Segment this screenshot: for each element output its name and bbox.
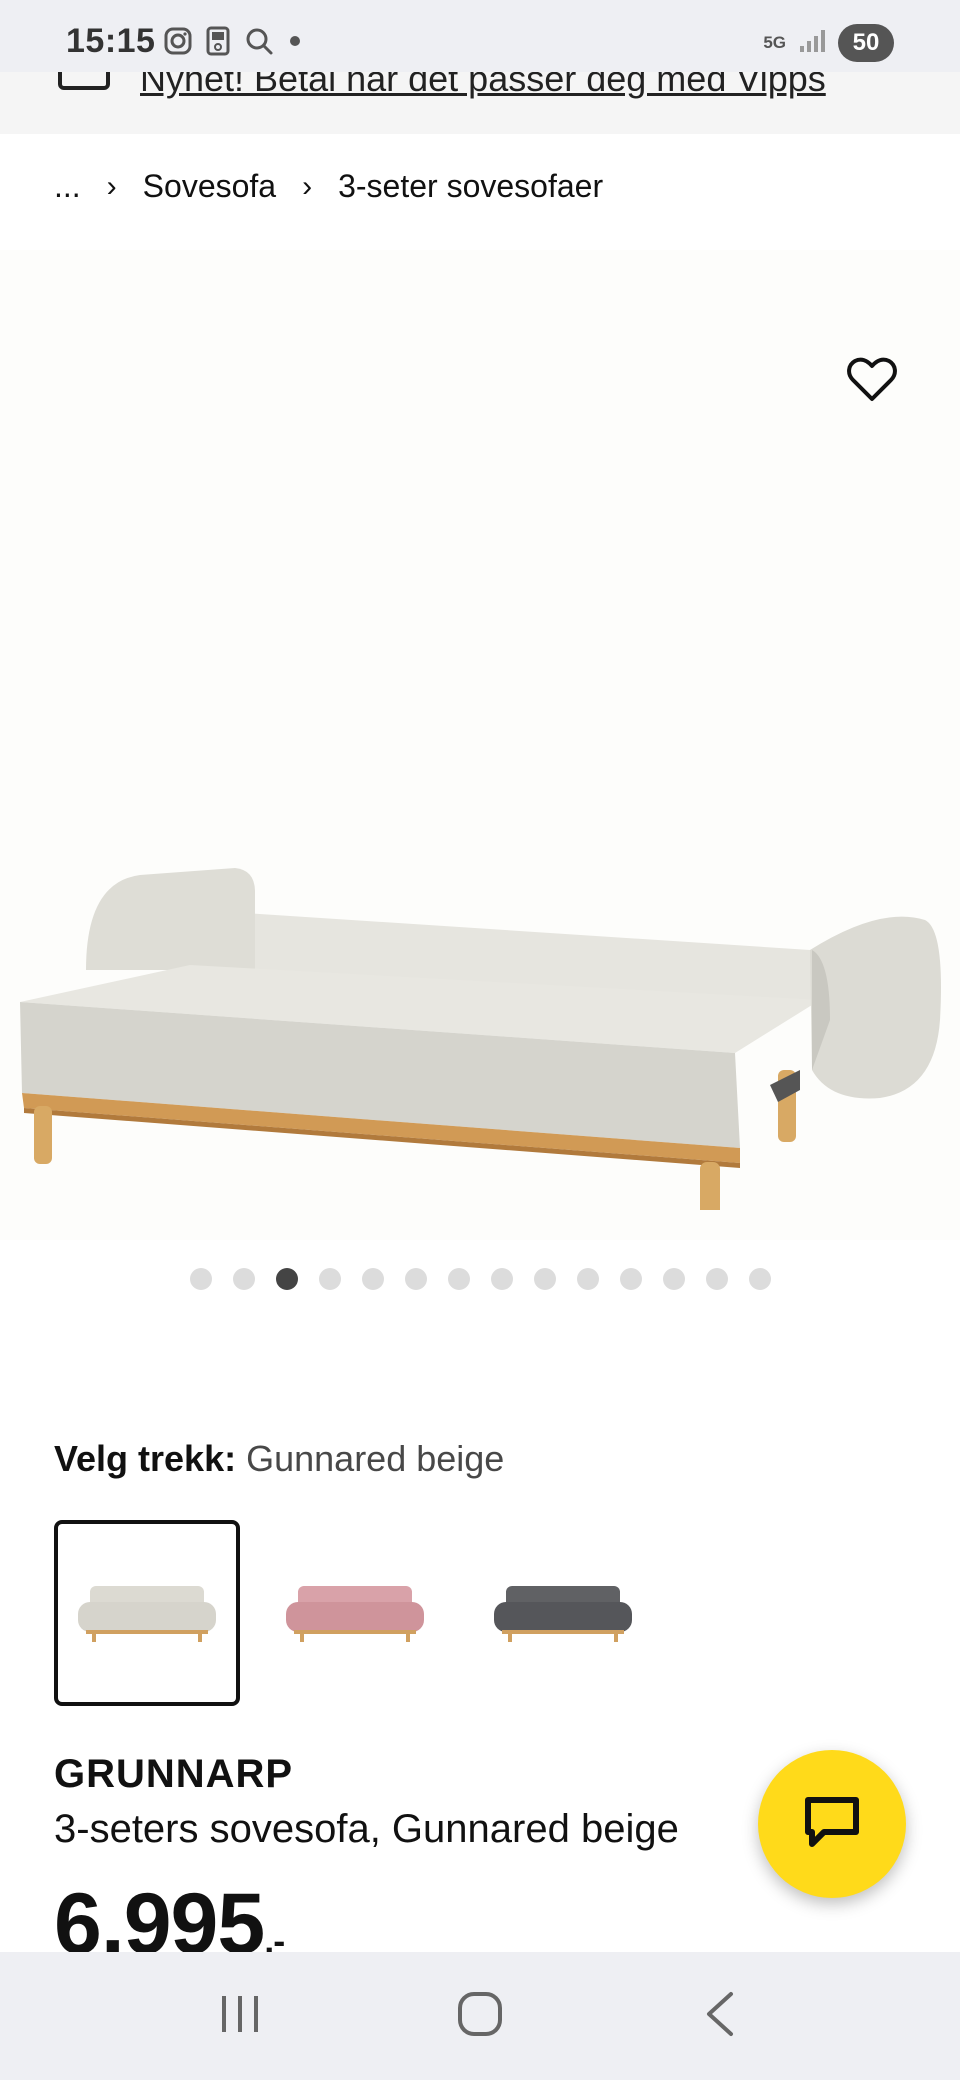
status-icons-left [164,26,302,61]
cover-selected-value: Gunnared beige [246,1438,505,1479]
carousel-dot-active[interactable] [275,1268,298,1290]
carousel-dots[interactable] [0,1268,960,1292]
back-chevron-icon [703,1990,737,2043]
game-icon [206,26,230,61]
sofa-beige-thumbnail [78,1586,216,1642]
swatch-gunnared-dark-grey[interactable] [470,1520,656,1706]
wallet-icon [58,72,110,90]
status-time: 15:15 [66,22,156,60]
favourite-button[interactable] [840,350,904,414]
carousel-dot[interactable] [404,1268,427,1290]
product-name: GRUNNARP [54,1752,294,1796]
carousel-dot[interactable] [705,1268,728,1290]
carousel-dot[interactable] [619,1268,642,1290]
swatch-gunnared-pink[interactable] [262,1520,448,1706]
promo-banner[interactable]: Nyhet! Betal når det passer deg med Vipp… [0,72,960,134]
home-button[interactable] [420,1966,540,2066]
home-icon [456,1990,504,2043]
carousel-dot[interactable] [576,1268,599,1290]
breadcrumb-ellipsis[interactable]: ... [54,168,81,205]
sofa-pink-thumbnail [286,1586,424,1642]
status-icons-right: 5G 50 [763,24,894,62]
recent-apps-icon [218,1992,262,2041]
product-image-gallery[interactable] [0,250,960,1240]
notification-dot-icon [288,34,302,53]
system-nav-bar [0,1952,960,2080]
chat-button[interactable] [758,1750,906,1898]
cover-label-title: Velg trekk: [54,1438,237,1479]
swatch-gunnared-beige[interactable] [54,1520,240,1706]
signal-icon [798,28,826,59]
carousel-dot[interactable] [232,1268,255,1290]
carousel-dot[interactable] [662,1268,685,1290]
status-bar: 15:15 5G 50 [0,0,960,72]
heart-icon [847,357,897,408]
chat-icon [802,1794,862,1855]
promo-link[interactable]: Nyhet! Betal når det passer deg med Vipp… [140,72,826,100]
chevron-right-icon: › [106,169,117,203]
back-button[interactable] [660,1966,780,2066]
page: 15:15 5G 50 Nyhet! Betal når det passer … [0,0,960,2080]
carousel-dot[interactable] [361,1268,384,1290]
battery-indicator: 50 [838,24,894,62]
cover-selector-label: Velg trekk: Gunnared beige [54,1438,504,1480]
breadcrumb-item-sovesofa[interactable]: Sovesofa [143,168,276,205]
network-label: 5G [763,33,786,52]
carousel-dot[interactable] [318,1268,341,1290]
carousel-dot[interactable] [533,1268,556,1290]
chevron-right-icon: › [302,169,313,203]
breadcrumb-item-3-seter[interactable]: 3-seter sovesofaer [338,168,603,205]
cover-swatches [54,1520,656,1706]
sofa-grey-thumbnail [494,1586,632,1642]
carousel-dot[interactable] [189,1268,212,1290]
carousel-dot[interactable] [447,1268,470,1290]
recent-apps-button[interactable] [180,1966,300,2066]
search-icon [244,26,274,61]
sofa-bed-image [20,868,941,1210]
carousel-dot[interactable] [748,1268,771,1290]
breadcrumb: ... › Sovesofa › 3-seter sovesofaer [54,168,603,205]
instagram-icon [164,27,192,60]
carousel-dot[interactable] [490,1268,513,1290]
product-description: 3-seters sovesofa, Gunnared beige [54,1807,679,1851]
network-5g-icon: 5G [763,34,786,52]
